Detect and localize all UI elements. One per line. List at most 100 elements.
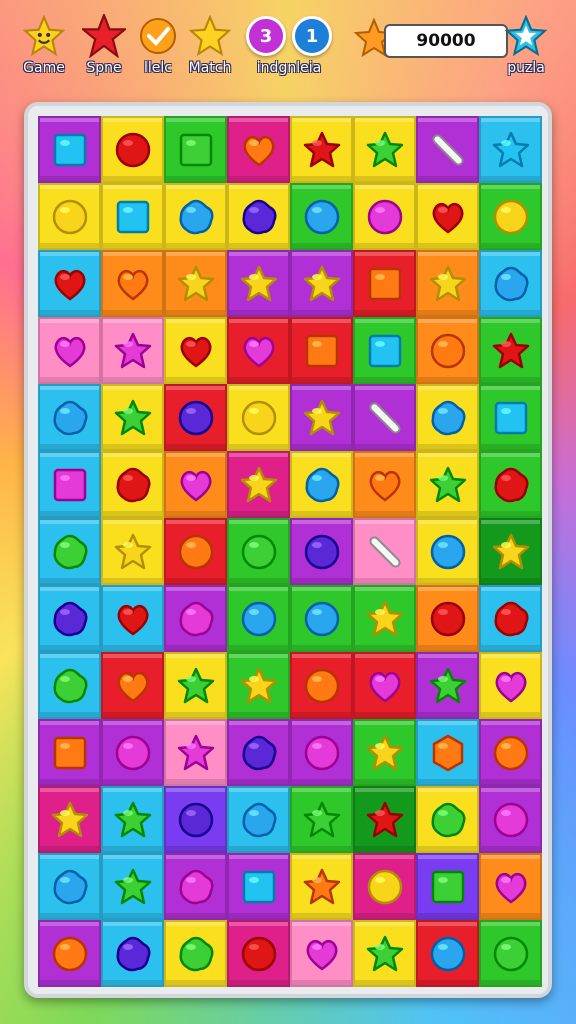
tile-r13-c3[interactable] — [164, 920, 227, 987]
tile-r4-c4[interactable] — [227, 317, 290, 384]
tile-r3-c2[interactable] — [101, 250, 164, 317]
tile-r4-c7[interactable] — [416, 317, 479, 384]
tile-r13-c4[interactable] — [227, 920, 290, 987]
tile-r6-c4[interactable] — [227, 451, 290, 518]
tile-r8-c6[interactable] — [353, 585, 416, 652]
tile-r9-c3[interactable] — [164, 652, 227, 719]
tile-r10-c1[interactable] — [38, 719, 101, 786]
tile-r7-c2[interactable] — [101, 518, 164, 585]
tile-r2-c5[interactable] — [290, 183, 353, 250]
tile-r2-c3[interactable] — [164, 183, 227, 250]
hud-spne[interactable]: Spne — [82, 14, 126, 76]
tile-r9-c4[interactable] — [227, 652, 290, 719]
tile-r13-c8[interactable] — [479, 920, 542, 987]
tile-r7-c5[interactable] — [290, 518, 353, 585]
tile-r3-c6[interactable] — [353, 250, 416, 317]
tile-r12-c8[interactable] — [479, 853, 542, 920]
tile-r10-c3[interactable] — [164, 719, 227, 786]
tile-r4-c2[interactable] — [101, 317, 164, 384]
tile-r8-c8[interactable] — [479, 585, 542, 652]
tile-r1-c3[interactable] — [164, 116, 227, 183]
tile-r11-c5[interactable] — [290, 786, 353, 853]
tile-r6-c7[interactable] — [416, 451, 479, 518]
tile-r10-c4[interactable] — [227, 719, 290, 786]
tile-r6-c1[interactable] — [38, 451, 101, 518]
tile-r9-c1[interactable] — [38, 652, 101, 719]
tile-r10-c2[interactable] — [101, 719, 164, 786]
tile-r11-c8[interactable] — [479, 786, 542, 853]
tile-r11-c7[interactable] — [416, 786, 479, 853]
tile-r4-c1[interactable] — [38, 317, 101, 384]
tile-r5-c7[interactable] — [416, 384, 479, 451]
tile-r5-c3[interactable] — [164, 384, 227, 451]
tile-r8-c5[interactable] — [290, 585, 353, 652]
tile-r5-c5[interactable] — [290, 384, 353, 451]
tile-r1-c8[interactable] — [479, 116, 542, 183]
tile-r11-c2[interactable] — [101, 786, 164, 853]
hud-game[interactable]: Game — [22, 14, 66, 76]
tile-r13-c2[interactable] — [101, 920, 164, 987]
tile-r10-c5[interactable] — [290, 719, 353, 786]
tile-r9-c6[interactable] — [353, 652, 416, 719]
tile-r13-c7[interactable] — [416, 920, 479, 987]
tile-r5-c8[interactable] — [479, 384, 542, 451]
tile-r1-c1[interactable] — [38, 116, 101, 183]
tile-r3-c5[interactable] — [290, 250, 353, 317]
tile-r6-c8[interactable] — [479, 451, 542, 518]
tile-r11-c6[interactable] — [353, 786, 416, 853]
tile-r12-c5[interactable] — [290, 853, 353, 920]
tile-r3-c3[interactable] — [164, 250, 227, 317]
tile-r9-c8[interactable] — [479, 652, 542, 719]
tile-r7-c7[interactable] — [416, 518, 479, 585]
tile-r1-c7[interactable] — [416, 116, 479, 183]
tile-r7-c6[interactable] — [353, 518, 416, 585]
tile-r10-c7[interactable] — [416, 719, 479, 786]
tile-r8-c1[interactable] — [38, 585, 101, 652]
tile-r8-c4[interactable] — [227, 585, 290, 652]
tile-r4-c3[interactable] — [164, 317, 227, 384]
tile-r12-c7[interactable] — [416, 853, 479, 920]
tile-r10-c8[interactable] — [479, 719, 542, 786]
tile-r7-c3[interactable] — [164, 518, 227, 585]
hud-match[interactable]: Match — [188, 14, 232, 76]
tile-r6-c2[interactable] — [101, 451, 164, 518]
tile-r1-c5[interactable] — [290, 116, 353, 183]
tile-r12-c2[interactable] — [101, 853, 164, 920]
tile-r6-c6[interactable] — [353, 451, 416, 518]
tile-r11-c4[interactable] — [227, 786, 290, 853]
tile-r5-c4[interactable] — [227, 384, 290, 451]
tile-r1-c6[interactable] — [353, 116, 416, 183]
tile-r2-c7[interactable] — [416, 183, 479, 250]
tile-r12-c4[interactable] — [227, 853, 290, 920]
tile-r9-c2[interactable] — [101, 652, 164, 719]
tile-r6-c3[interactable] — [164, 451, 227, 518]
tile-r5-c2[interactable] — [101, 384, 164, 451]
tile-r8-c7[interactable] — [416, 585, 479, 652]
tile-r4-c6[interactable] — [353, 317, 416, 384]
tile-r9-c5[interactable] — [290, 652, 353, 719]
tile-r3-c1[interactable] — [38, 250, 101, 317]
tile-r12-c6[interactable] — [353, 853, 416, 920]
tile-r9-c7[interactable] — [416, 652, 479, 719]
tile-r3-c8[interactable] — [479, 250, 542, 317]
tile-r5-c1[interactable] — [38, 384, 101, 451]
tile-r12-c1[interactable] — [38, 853, 101, 920]
tile-r11-c1[interactable] — [38, 786, 101, 853]
tile-r11-c3[interactable] — [164, 786, 227, 853]
tile-r12-c3[interactable] — [164, 853, 227, 920]
tile-r2-c8[interactable] — [479, 183, 542, 250]
tile-r6-c5[interactable] — [290, 451, 353, 518]
tile-r13-c5[interactable] — [290, 920, 353, 987]
tile-r7-c1[interactable] — [38, 518, 101, 585]
tile-r4-c5[interactable] — [290, 317, 353, 384]
tile-r1-c2[interactable] — [101, 116, 164, 183]
tile-r3-c4[interactable] — [227, 250, 290, 317]
tile-r2-c6[interactable] — [353, 183, 416, 250]
tile-r7-c4[interactable] — [227, 518, 290, 585]
tile-r8-c2[interactable] — [101, 585, 164, 652]
tile-r2-c2[interactable] — [101, 183, 164, 250]
tile-r2-c4[interactable] — [227, 183, 290, 250]
tile-r10-c6[interactable] — [353, 719, 416, 786]
tile-r4-c8[interactable] — [479, 317, 542, 384]
hud-llelc[interactable]: llelc — [136, 14, 180, 76]
